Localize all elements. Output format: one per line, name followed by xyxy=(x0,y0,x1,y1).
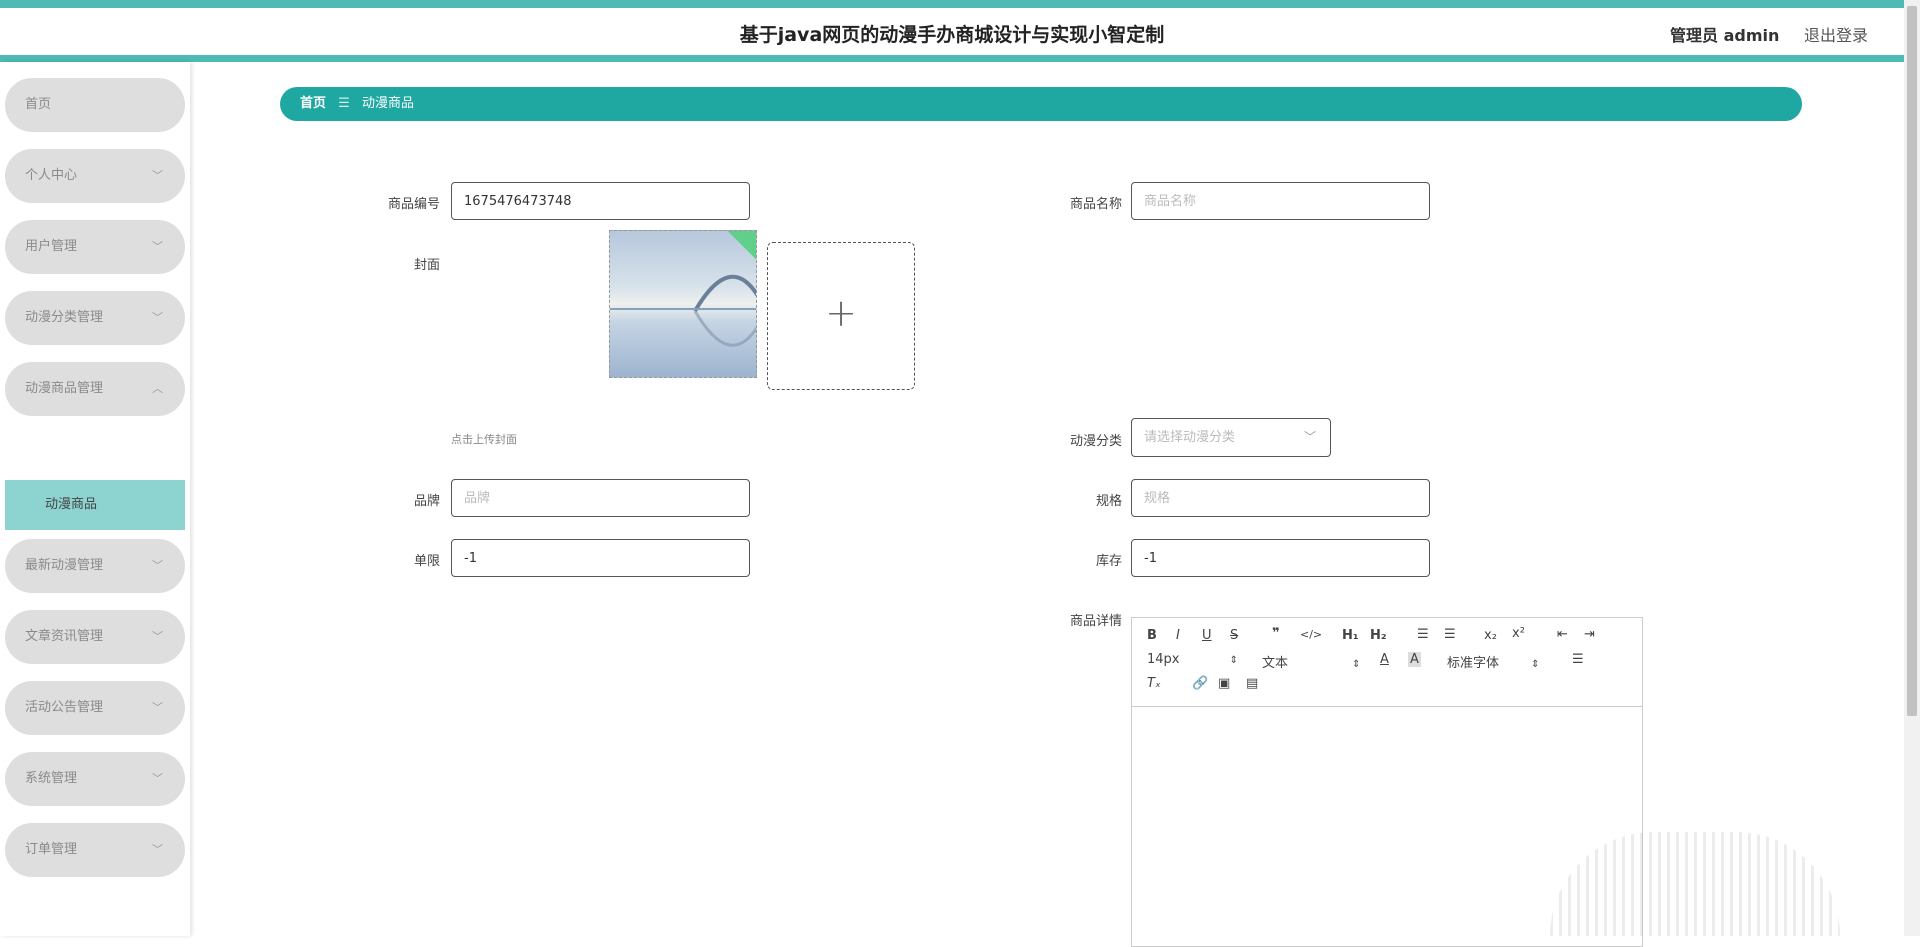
superscript-icon[interactable]: x² xyxy=(1512,626,1525,641)
chevron-down-icon: ﹀ xyxy=(152,169,163,182)
heading-1-icon[interactable]: H₁ xyxy=(1342,628,1359,643)
chevron-down-icon: ﹀ xyxy=(152,701,163,714)
sidebar-item-label: 动漫分类管理 xyxy=(25,310,104,325)
code-block-icon[interactable]: </> xyxy=(1300,628,1322,641)
updown-icon: ⇕ xyxy=(1229,655,1239,666)
clear-format-icon[interactable]: Tₓ xyxy=(1147,676,1161,691)
font-family-select[interactable]: 标准字体 ⇕ xyxy=(1447,652,1540,671)
italic-icon[interactable]: I xyxy=(1176,628,1180,643)
category-select-placeholder: 请选择动漫分类 xyxy=(1144,430,1236,445)
category-select[interactable]: 请选择动漫分类 ﹀ xyxy=(1131,418,1331,457)
video-icon[interactable]: ▤ xyxy=(1246,676,1258,691)
sidebar-item-anime-category[interactable]: 动漫分类管理 ﹀ xyxy=(5,291,185,345)
logout-link[interactable]: 退出登录 xyxy=(1804,22,1868,46)
align-icon[interactable]: ☰ xyxy=(1572,652,1584,667)
breadcrumb: 首页 ☰ 动漫商品 xyxy=(280,87,1802,121)
sidebar-item-personal-center[interactable]: 个人中心 ﹀ xyxy=(5,149,185,203)
top-header: 基于java网页的动漫手办商城设计与实现小智定制 管理员 admin 退出登录 xyxy=(0,0,1904,62)
sidebar-item-articles[interactable]: 文章资讯管理 ﹀ xyxy=(5,610,185,664)
user-label: 管理员 admin xyxy=(1670,26,1780,45)
sidebar-item-latest-anime[interactable]: 最新动漫管理 ﹀ xyxy=(5,539,185,593)
updown-icon: ⇕ xyxy=(1531,659,1540,670)
sidebar-item-label: 个人中心 xyxy=(25,168,78,183)
breadcrumb-current: 动漫商品 xyxy=(361,96,414,111)
plus-icon: + xyxy=(825,291,857,335)
sidebar-item-label: 动漫商品管理 xyxy=(25,381,104,396)
bold-icon[interactable]: B xyxy=(1147,628,1157,643)
chevron-up-icon: ︿ xyxy=(152,382,163,395)
sidebar-item-announcements[interactable]: 活动公告管理 ﹀ xyxy=(5,681,185,735)
block-format-select[interactable]: 文本 ⇕ xyxy=(1262,652,1361,671)
product-name-label: 商品名称 xyxy=(1069,197,1122,212)
outdent-icon[interactable]: ⇤ xyxy=(1557,627,1568,642)
blockquote-icon[interactable]: ❞ xyxy=(1272,626,1280,641)
editor-toolbar: B I U S ❞ </> H₁ H₂ ☰ ☰ x₂ x² ⇤ ⇥ 14px ⇕… xyxy=(1132,618,1642,707)
product-no-label: 商品编号 xyxy=(387,197,440,212)
chevron-down-icon: ﹀ xyxy=(152,240,163,253)
spec-label: 规格 xyxy=(1095,494,1122,509)
chevron-down-icon: ﹀ xyxy=(152,843,163,856)
product-no-input[interactable] xyxy=(451,182,750,220)
cover-upload-button[interactable]: + xyxy=(767,242,915,390)
details-label: 商品详情 xyxy=(1069,614,1122,629)
sidebar-item-label: 订单管理 xyxy=(25,842,78,857)
brand-input[interactable] xyxy=(451,479,750,517)
sidebar-item-anime-product[interactable]: 动漫商品管理 ︿ xyxy=(5,362,185,416)
background-color-icon[interactable]: A xyxy=(1408,652,1421,667)
subscript-icon[interactable]: x₂ xyxy=(1484,628,1497,643)
chevron-down-icon: ﹀ xyxy=(152,772,163,785)
bullet-list-icon[interactable]: ☰ xyxy=(1444,627,1456,642)
underline-icon[interactable]: U xyxy=(1202,628,1212,643)
strikethrough-icon[interactable]: S xyxy=(1230,628,1238,643)
sidebar-item-label: 用户管理 xyxy=(25,239,78,254)
product-name-input[interactable] xyxy=(1131,182,1430,220)
bridge-image xyxy=(610,274,756,347)
link-icon[interactable]: 🔗 xyxy=(1192,676,1208,691)
sidebar-item-label: 最新动漫管理 xyxy=(25,558,104,573)
limit-label: 单限 xyxy=(413,554,440,569)
sidebar-item-home[interactable]: 首页 xyxy=(5,78,185,132)
category-label: 动漫分类 xyxy=(1069,434,1122,449)
stock-input[interactable] xyxy=(1131,539,1430,577)
font-family-value: 标准字体 xyxy=(1447,656,1500,671)
cover-label: 封面 xyxy=(413,258,440,273)
sidebar-item-label: 活动公告管理 xyxy=(25,700,104,715)
breadcrumb-home[interactable]: 首页 xyxy=(300,96,326,111)
page-scrollbar[interactable] xyxy=(1904,0,1920,936)
sidebar-item-user-management[interactable]: 用户管理 ﹀ xyxy=(5,220,185,274)
page-title: 基于java网页的动漫手办商城设计与实现小智定制 xyxy=(739,24,1165,46)
limit-input[interactable] xyxy=(451,539,750,577)
stock-label: 库存 xyxy=(1095,554,1122,569)
indent-icon[interactable]: ⇥ xyxy=(1584,627,1595,642)
scrollbar-thumb[interactable] xyxy=(1907,6,1917,716)
font-color-icon[interactable]: A xyxy=(1380,652,1389,667)
sidebar-item-system[interactable]: 系统管理 ﹀ xyxy=(5,752,185,806)
spec-input[interactable] xyxy=(1131,479,1430,517)
sidebar: 首页 个人中心 ﹀ 用户管理 ﹀ 动漫分类管理 ﹀ 动漫商品管理 ︿ 动漫商品 … xyxy=(0,62,190,936)
cover-image-preview[interactable] xyxy=(609,230,757,378)
sidebar-item-label: 文章资讯管理 xyxy=(25,629,104,644)
font-size-select[interactable]: 14px ⇕ xyxy=(1147,652,1238,667)
breadcrumb-separator-icon: ☰ xyxy=(338,96,350,111)
sidebar-subitem-label: 动漫商品 xyxy=(45,497,98,512)
cover-upload-hint: 点击上传封面 xyxy=(451,433,517,446)
chevron-down-icon: ﹀ xyxy=(152,630,163,643)
updown-icon: ⇕ xyxy=(1352,659,1361,670)
chevron-down-icon: ﹀ xyxy=(152,559,163,572)
ordered-list-icon[interactable]: ☰ xyxy=(1417,627,1429,642)
font-size-value: 14px xyxy=(1147,652,1180,667)
brand-label: 品牌 xyxy=(413,494,440,509)
chevron-down-icon: ﹀ xyxy=(152,311,163,324)
heading-2-icon[interactable]: H₂ xyxy=(1370,628,1387,643)
sidebar-subitem-anime-product[interactable]: 动漫商品 xyxy=(5,480,185,530)
sidebar-item-orders[interactable]: 订单管理 ﹀ xyxy=(5,823,185,877)
image-icon[interactable]: ▣ xyxy=(1218,676,1230,691)
chevron-down-icon: ﹀ xyxy=(1303,430,1316,444)
block-format-value: 文本 xyxy=(1262,656,1289,671)
sidebar-item-label: 首页 xyxy=(25,97,52,112)
sidebar-item-label: 系统管理 xyxy=(25,771,78,786)
